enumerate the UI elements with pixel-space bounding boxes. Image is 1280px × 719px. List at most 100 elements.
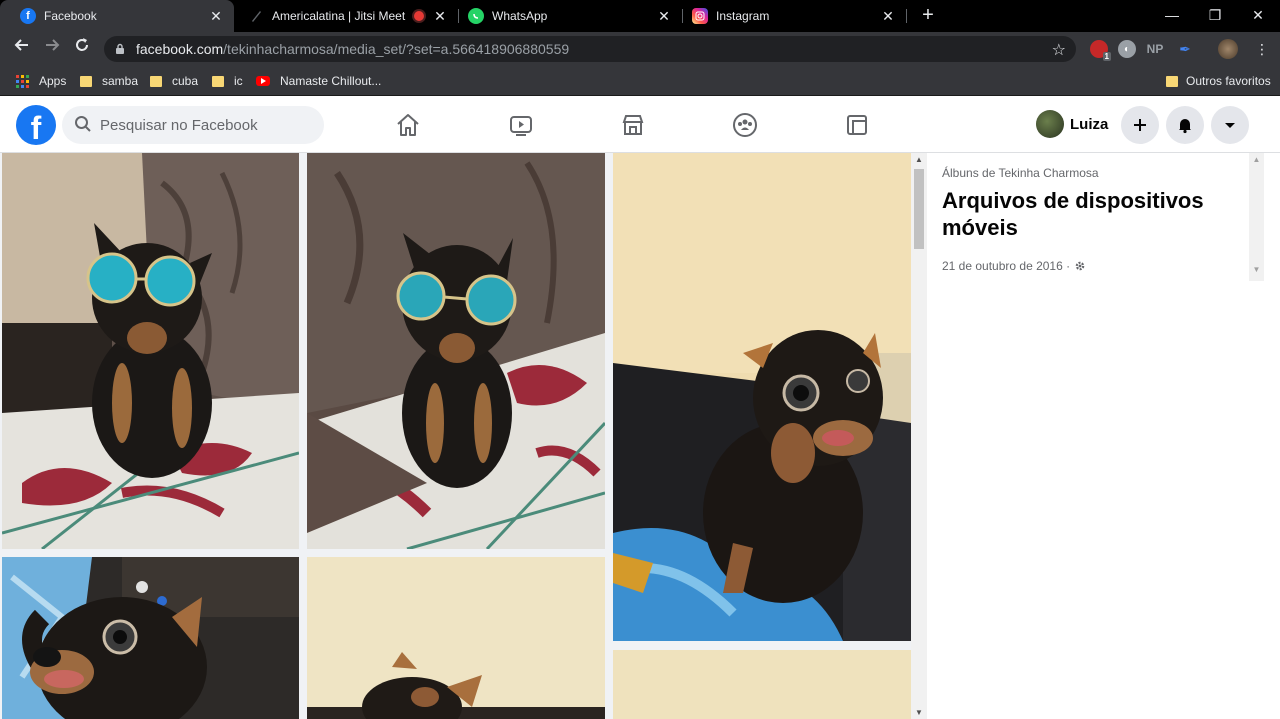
watch-nav-icon[interactable] bbox=[504, 108, 538, 142]
scroll-down-icon[interactable]: ▼ bbox=[914, 708, 924, 717]
youtube-icon bbox=[256, 76, 270, 86]
tab-whatsapp[interactable]: WhatsApp ✕ bbox=[458, 0, 682, 32]
tab-jitsi[interactable]: Americalatina | Jitsi Meet ✕ bbox=[234, 0, 458, 32]
extension-np-icon[interactable]: NP bbox=[1146, 40, 1164, 58]
scrollbar-thumb[interactable] bbox=[914, 169, 924, 249]
scroll-up-icon[interactable]: ▲ bbox=[914, 155, 924, 164]
scroll-up-icon[interactable]: ▲ bbox=[1249, 155, 1264, 164]
tab-title: Americalatina | Jitsi Meet bbox=[272, 9, 406, 23]
bookmark-cuba[interactable]: cuba bbox=[150, 72, 198, 90]
gear-icon[interactable] bbox=[1074, 260, 1086, 272]
forward-button[interactable] bbox=[40, 37, 64, 61]
address-bar[interactable]: facebook.com/tekinhacharmosa/media_set/?… bbox=[104, 36, 1076, 62]
bookmark-apps[interactable]: Apps bbox=[16, 72, 66, 90]
album-photo[interactable] bbox=[2, 557, 299, 719]
lock-icon bbox=[114, 43, 126, 55]
album-title: Arquivos de dispositivos móveis bbox=[942, 188, 1204, 240]
bookmark-label: Namaste Chillout... bbox=[280, 74, 382, 88]
url-path: /tekinhacharmosa/media_set/?set=a.566418… bbox=[223, 41, 570, 57]
bookmark-samba[interactable]: samba bbox=[80, 72, 138, 90]
main-scrollbar[interactable]: ▲ ▼ bbox=[911, 153, 927, 719]
close-window-button[interactable]: ✕ bbox=[1246, 4, 1270, 26]
caret-down-icon bbox=[1225, 123, 1235, 128]
photo-dog-sunglasses bbox=[2, 153, 299, 549]
album-content: ▲ ▼ Álbuns de Tekinha Charmosa Arquivos … bbox=[0, 153, 1280, 719]
forward-arrow-icon bbox=[46, 39, 60, 51]
close-icon[interactable]: ✕ bbox=[880, 8, 896, 25]
tab-strip: f Facebook ✕ Americalatina | Jitsi Meet … bbox=[0, 0, 1280, 32]
account-menu-button[interactable] bbox=[1211, 106, 1249, 144]
search-input[interactable] bbox=[100, 116, 300, 134]
avatar bbox=[1036, 110, 1064, 138]
whatsapp-icon bbox=[468, 8, 484, 24]
album-photo[interactable] bbox=[307, 153, 605, 549]
album-photo[interactable] bbox=[307, 557, 605, 719]
minimize-button[interactable]: — bbox=[1160, 4, 1184, 26]
bookmark-other-favorites[interactable]: Outros favoritos bbox=[1166, 72, 1271, 90]
album-photo[interactable] bbox=[2, 153, 299, 549]
bookmarks-bar: Apps samba cuba ic Namaste Chillout... O… bbox=[0, 66, 1280, 96]
bookmark-label: Outros favoritos bbox=[1186, 74, 1271, 88]
gaming-nav-icon[interactable] bbox=[840, 108, 874, 142]
tab-title: WhatsApp bbox=[492, 9, 548, 23]
groups-nav-icon[interactable] bbox=[728, 108, 762, 142]
menu-kebab-icon[interactable]: ⋮ bbox=[1250, 37, 1274, 61]
extension-compass-icon[interactable]: ◐ bbox=[1118, 40, 1136, 58]
back-arrow-icon bbox=[14, 39, 28, 51]
album-photo[interactable] bbox=[613, 153, 911, 641]
panel-scrollbar[interactable]: ▲ ▼ bbox=[1249, 153, 1264, 281]
notifications-button[interactable] bbox=[1166, 106, 1204, 144]
search-box[interactable] bbox=[62, 106, 324, 144]
bookmark-label: Apps bbox=[39, 74, 67, 88]
folder-icon bbox=[150, 75, 162, 87]
bookmark-namaste[interactable]: Namaste Chillout... bbox=[256, 72, 381, 90]
bookmark-ic[interactable]: ic bbox=[212, 72, 243, 90]
photo-dog-surprised bbox=[613, 153, 911, 641]
bell-icon bbox=[1179, 119, 1191, 134]
restore-button[interactable]: ❐ bbox=[1203, 4, 1227, 26]
back-button[interactable] bbox=[10, 37, 34, 61]
home-nav-icon[interactable] bbox=[391, 108, 425, 142]
close-icon[interactable]: ✕ bbox=[208, 8, 224, 25]
tab-facebook[interactable]: f Facebook ✕ bbox=[0, 0, 234, 32]
photo-dog-wall bbox=[307, 557, 605, 719]
apps-grid-icon bbox=[16, 74, 29, 88]
close-icon[interactable]: ✕ bbox=[656, 8, 672, 25]
bookmark-label: samba bbox=[102, 74, 139, 88]
reload-icon bbox=[76, 38, 88, 51]
bookmark-label: ic bbox=[234, 74, 243, 88]
bookmark-label: cuba bbox=[172, 74, 199, 88]
marketplace-nav-icon[interactable] bbox=[616, 108, 650, 142]
browser-toolbar: facebook.com/tekinhacharmosa/media_set/?… bbox=[0, 32, 1280, 66]
url-host: facebook.com bbox=[136, 41, 224, 57]
album-date: 21 de outubro de 2016 · bbox=[942, 259, 1071, 273]
instagram-icon bbox=[692, 8, 708, 24]
search-icon bbox=[74, 115, 94, 135]
tab-instagram[interactable]: Instagram ✕ bbox=[682, 0, 906, 32]
album-owner-link[interactable]: Álbuns de Tekinha Charmosa bbox=[942, 166, 1099, 180]
photo-dog-closeup bbox=[2, 557, 299, 719]
facebook-logo-icon[interactable]: f bbox=[16, 105, 56, 145]
create-button[interactable] bbox=[1121, 106, 1159, 144]
folder-icon bbox=[80, 75, 92, 87]
extension-badge: 1 bbox=[1102, 52, 1111, 61]
extension-pen-icon[interactable]: ✒ bbox=[1176, 40, 1194, 58]
album-info-panel: Álbuns de Tekinha Charmosa Arquivos de d… bbox=[927, 153, 1264, 719]
facebook-header: f Luiza bbox=[0, 96, 1280, 153]
photo-dog-sunglasses-2 bbox=[307, 153, 605, 549]
page-edge bbox=[1264, 153, 1280, 719]
album-photo[interactable] bbox=[613, 650, 911, 719]
profile-name: Luiza bbox=[1070, 115, 1109, 133]
bookmark-star-icon[interactable]: ☆ bbox=[1052, 40, 1066, 60]
scroll-down-icon[interactable]: ▼ bbox=[1249, 265, 1264, 274]
close-icon[interactable]: ✕ bbox=[432, 8, 448, 25]
new-tab-button[interactable]: + bbox=[916, 4, 940, 28]
jitsi-icon bbox=[248, 8, 264, 24]
extension-red-icon[interactable]: 1 bbox=[1090, 40, 1111, 61]
reload-button[interactable] bbox=[70, 37, 94, 61]
album-date-row: 21 de outubro de 2016 · bbox=[942, 259, 1086, 273]
tab-title: Instagram bbox=[716, 9, 770, 23]
folder-icon bbox=[1166, 75, 1178, 87]
profile-button[interactable]: Luiza bbox=[1036, 106, 1108, 142]
profile-avatar[interactable] bbox=[1218, 39, 1238, 59]
